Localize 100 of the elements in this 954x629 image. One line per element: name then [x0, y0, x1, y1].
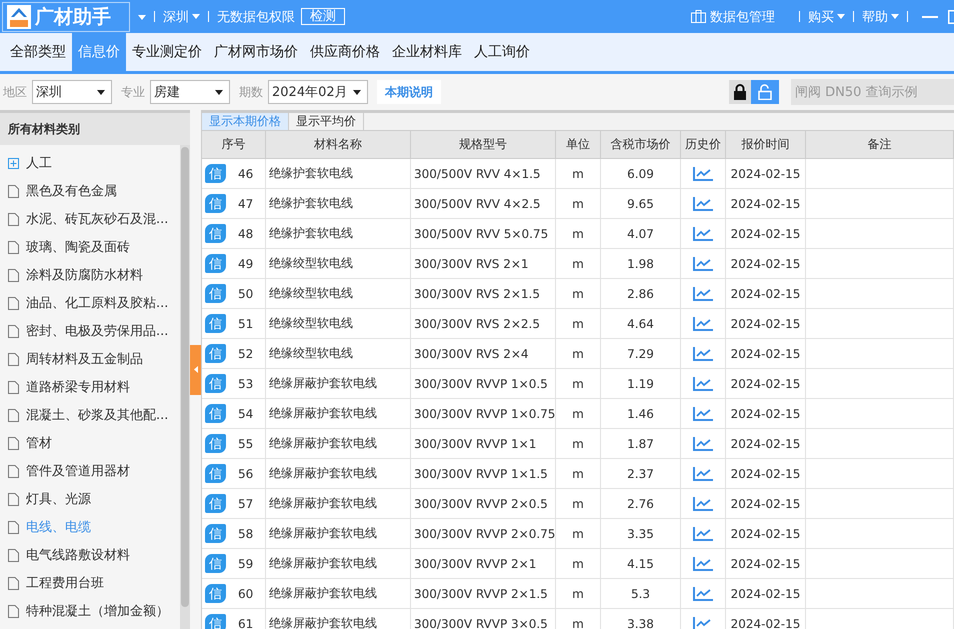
line-chart-icon[interactable] — [693, 346, 713, 360]
line-chart-icon[interactable] — [693, 226, 713, 240]
table-cell: 5.3 — [601, 579, 681, 609]
table-cell: 2.37 — [601, 459, 681, 489]
document-icon — [8, 184, 19, 198]
line-chart-icon[interactable] — [693, 556, 713, 570]
info-price-badge: 信 — [205, 494, 226, 513]
info-price-badge: 信 — [205, 614, 226, 629]
table-cell: 绝缘绞型软电线 — [266, 249, 411, 279]
document-icon — [8, 576, 19, 590]
table-cell: m — [556, 309, 601, 339]
table-cell: 1.46 — [601, 399, 681, 429]
lock-button[interactable] — [729, 80, 751, 104]
table-cell: 2.76 — [601, 489, 681, 519]
line-chart-icon[interactable] — [693, 166, 713, 180]
category-item[interactable]: 油品、化工原料及胶粘... — [0, 289, 178, 317]
table-cell: 绝缘屏蔽护套软电线 — [266, 549, 411, 579]
line-chart-icon[interactable] — [693, 406, 713, 420]
table-cell: 300/300V RVVP 1×1.5 — [411, 459, 556, 489]
table-cell: m — [556, 399, 601, 429]
nav-tab[interactable]: 人工询价 — [468, 33, 536, 71]
info-price-badge: 信 — [205, 404, 226, 423]
category-item[interactable]: 特种混凝土（增加金额） — [0, 597, 178, 625]
line-chart-icon[interactable] — [693, 286, 713, 300]
document-icon — [8, 548, 19, 562]
caret-icon[interactable] — [138, 15, 146, 20]
line-chart-icon[interactable] — [693, 496, 713, 510]
nav-tab[interactable]: 供应商价格 — [304, 33, 386, 71]
category-item[interactable]: 玻璃、陶瓷及面砖 — [0, 233, 178, 261]
document-icon — [8, 520, 19, 534]
line-chart-icon[interactable] — [693, 526, 713, 540]
category-item[interactable]: 人工 — [0, 149, 178, 177]
document-icon — [8, 464, 19, 478]
column-header: 历史价 — [681, 131, 726, 159]
line-chart-icon[interactable] — [693, 436, 713, 450]
table-cell: 55 — [238, 436, 254, 450]
category-item[interactable]: 道路桥梁专用材料 — [0, 373, 178, 401]
table-cell: m — [556, 609, 601, 629]
category-item[interactable]: 涂料及防腐防水材料 — [0, 261, 178, 289]
line-chart-icon[interactable] — [693, 466, 713, 480]
filter-select[interactable]: 深圳 — [32, 80, 112, 104]
category-item[interactable]: 密封、电极及劳保用品... — [0, 317, 178, 345]
filter-label: 专业 — [121, 84, 145, 100]
table-cell: m — [556, 459, 601, 489]
table-cell: 48 — [238, 226, 254, 240]
table-cell: 2024-02-15 — [726, 339, 806, 369]
category-item[interactable]: 黑色及有色金属 — [0, 177, 178, 205]
maximize-icon[interactable] — [948, 10, 954, 24]
line-chart-icon[interactable] — [693, 196, 713, 210]
table-cell: 1.98 — [601, 249, 681, 279]
info-price-badge: 信 — [205, 554, 226, 573]
filter-select[interactable]: 房建 — [150, 80, 230, 104]
filter-label: 地区 — [3, 84, 27, 100]
table-cell: 57 — [238, 496, 254, 510]
line-chart-icon[interactable] — [693, 376, 713, 390]
table-cell: 1.19 — [601, 369, 681, 399]
line-chart-icon[interactable] — [693, 586, 713, 600]
table-cell: 2.86 — [601, 279, 681, 309]
table-cell: 4.15 — [601, 549, 681, 579]
category-item[interactable]: 管件及管道用器材 — [0, 457, 178, 485]
info-price-badge: 信 — [205, 194, 226, 213]
category-item[interactable]: 水泥、砖瓦灰砂石及混... — [0, 205, 178, 233]
category-item[interactable]: 工程费用台班 — [0, 569, 178, 597]
nav-tab[interactable]: 企业材料库 — [386, 33, 468, 71]
table-cell: m — [556, 519, 601, 549]
document-icon — [8, 240, 19, 254]
table-cell: m — [556, 549, 601, 579]
nav-tab[interactable]: 专业测定价 — [126, 33, 208, 71]
category-item[interactable]: 周转材料及五金制品 — [0, 345, 178, 373]
category-item[interactable]: 电气线路敷设材料 — [0, 541, 178, 569]
table-cell: 300/500V RVV 4×1.5 — [411, 159, 556, 189]
table-cell: 绝缘护套软电线 — [266, 219, 411, 249]
column-header: 报价时间 — [726, 131, 806, 159]
table-cell: 300/300V RVVP 3×0.5 — [411, 609, 556, 629]
minimize-icon[interactable] — [922, 16, 938, 18]
table-cell: 3.38 — [601, 609, 681, 629]
category-item[interactable]: 灯具、光源 — [0, 485, 178, 513]
logo-icon — [7, 4, 31, 28]
table-cell: 2024-02-15 — [726, 249, 806, 279]
line-chart-icon[interactable] — [693, 316, 713, 330]
table-cell: 300/300V RVVP 1×0.75 — [411, 399, 556, 429]
nav-tab[interactable]: 广材网市场价 — [208, 33, 304, 71]
table-cell: 2024-02-15 — [726, 189, 806, 219]
scrollbar[interactable] — [180, 145, 190, 629]
table-cell: 300/300V RVS 2×4 — [411, 339, 556, 369]
table-cell: 绝缘屏蔽护套软电线 — [266, 429, 411, 459]
unlock-icon — [757, 84, 773, 100]
document-icon — [8, 380, 19, 394]
search-field[interactable]: 闸阀 DN50 查询示例 — [791, 79, 954, 105]
nav-tab[interactable]: 全部类型 — [4, 33, 72, 71]
table-cell: 46 — [238, 166, 254, 180]
document-icon — [8, 296, 19, 310]
category-item[interactable]: 混凝土、砂浆及其他配... — [0, 401, 178, 429]
table-cell: 2024-02-15 — [726, 579, 806, 609]
collapse-button[interactable] — [190, 344, 201, 394]
expand-icon[interactable] — [8, 158, 19, 168]
category-item[interactable]: 管材 — [0, 429, 178, 457]
filter-select[interactable]: 2024年02月 — [268, 80, 368, 104]
line-chart-icon[interactable] — [693, 256, 713, 270]
line-chart-icon[interactable] — [693, 616, 713, 629]
